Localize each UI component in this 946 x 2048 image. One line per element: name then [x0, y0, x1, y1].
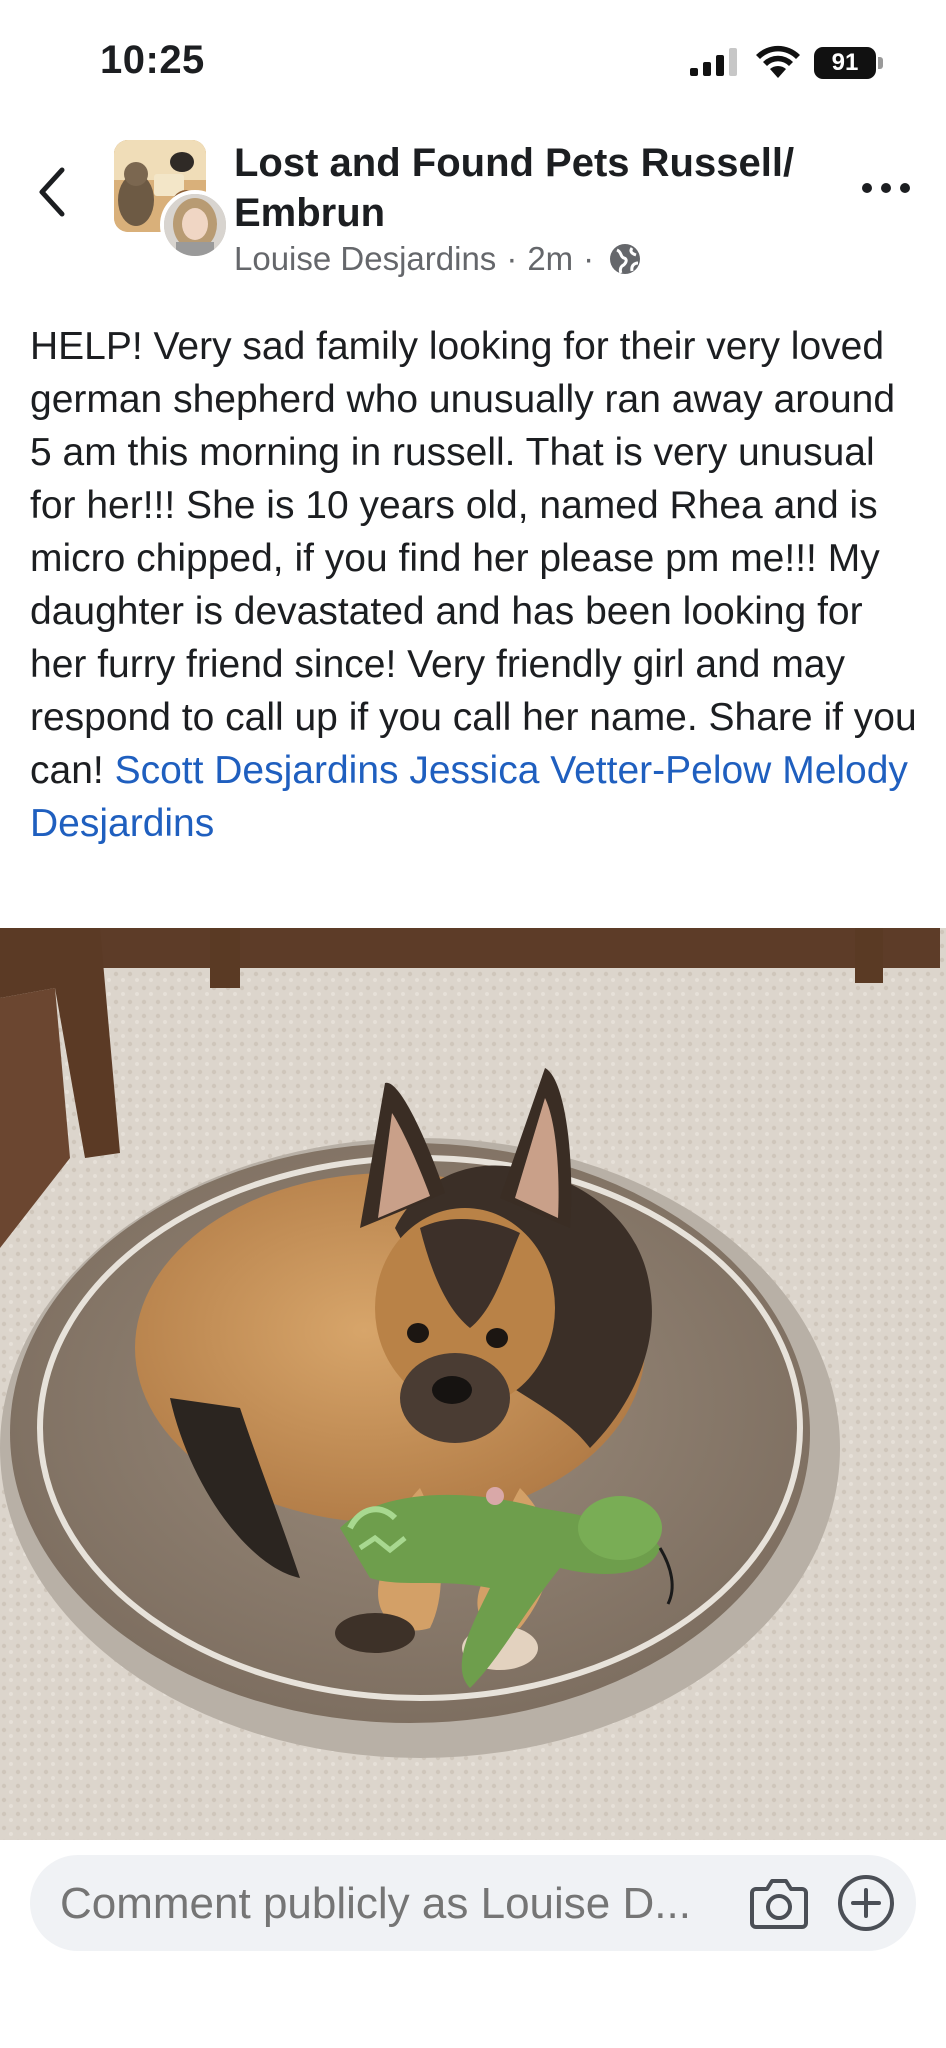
globe-icon — [610, 244, 641, 274]
battery-level: 91 — [814, 47, 876, 79]
status-time: 10:25 — [100, 38, 205, 82]
battery-icon: 91 — [814, 47, 884, 79]
more-options-button[interactable] — [862, 178, 910, 198]
comment-input[interactable] — [58, 1855, 742, 1953]
wifi-icon — [756, 45, 800, 78]
plus-circle-icon[interactable] — [836, 1873, 896, 1933]
camera-icon[interactable] — [750, 1875, 808, 1929]
separator: · — [506, 240, 518, 277]
tag-jessica-vetter-pelow[interactable]: Jessica Vetter-Pelow — [409, 749, 771, 792]
post-meta: Louise Desjardins · 2m · — [234, 240, 642, 278]
cellular-signal-icon — [690, 48, 737, 76]
chevron-left-icon[interactable] — [32, 160, 76, 224]
post-body-text: HELP! Very sad family looking for their … — [30, 325, 917, 792]
post-photo[interactable] — [0, 928, 946, 1840]
separator: · — [583, 240, 595, 277]
ellipsis-icon — [862, 183, 872, 193]
tag-scott-desjardins[interactable]: Scott Desjardins — [115, 749, 399, 792]
comment-bar — [30, 1855, 916, 1953]
user-avatar — [160, 190, 230, 260]
german-shepherd-photo — [0, 928, 946, 1840]
post-time[interactable]: 2m — [527, 240, 573, 278]
page-title[interactable]: Lost and Found Pets Russell/ Embrun — [234, 138, 834, 238]
author-name[interactable]: Louise Desjardins — [234, 240, 496, 278]
group-avatar[interactable] — [114, 140, 230, 260]
post-header: Lost and Found Pets Russell/ Embrun Loui… — [0, 130, 946, 290]
post-body: HELP! Very sad family looking for their … — [30, 320, 922, 850]
status-bar: 10:25 91 — [0, 0, 946, 120]
